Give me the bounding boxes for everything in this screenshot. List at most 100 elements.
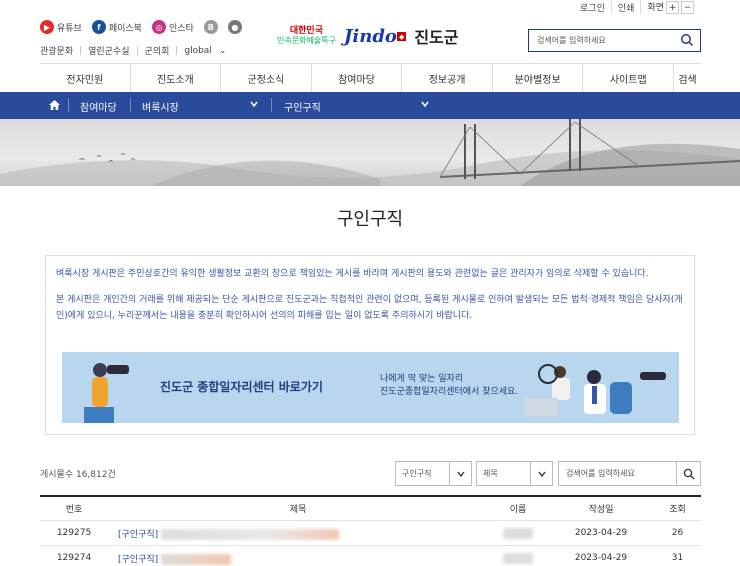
header-date: 작성일 xyxy=(588,505,614,515)
nav-item-participation[interactable]: 참여마당 xyxy=(310,64,402,92)
nav-item-sitemap[interactable]: 사이트맵 xyxy=(582,64,673,92)
table-row[interactable]: 129275 [구인구직] 2023-04-29 26 xyxy=(40,521,701,546)
logo-brand: Jindo ◆ xyxy=(343,25,407,47)
logo-brand-text: Jindo xyxy=(343,25,397,47)
nav-item-civil[interactable]: 전자민원 xyxy=(40,64,130,92)
header-views: 조회 xyxy=(669,505,686,515)
field-select[interactable]: 제목 xyxy=(476,461,553,486)
job-center-banner[interactable]: 진도군 종합일자리센터 바로가기 나에게 딱 맞는 일자리진도군종합일자리센터에… xyxy=(62,352,679,423)
row-name xyxy=(488,552,548,564)
breadcrumb-item-fleamarket[interactable]: 벼룩시장 xyxy=(142,99,179,114)
post-table: 번호 제목 이름 작성일 조회 129275 [구인구직] 2023-04-29… xyxy=(40,495,701,566)
print-button[interactable]: 인쇄 xyxy=(610,0,641,14)
nav-item-info[interactable]: 정보공개 xyxy=(401,64,492,92)
facebook-link[interactable]: f 페이스북 xyxy=(91,20,142,34)
divider xyxy=(68,98,69,112)
search-icon xyxy=(683,468,694,479)
job-center-illustration xyxy=(84,363,666,423)
post-count: 게시물수 16,812건 xyxy=(40,470,116,480)
list-search-button[interactable] xyxy=(676,462,700,485)
blog-icon: B xyxy=(203,20,218,34)
nav-item-intro[interactable]: 진도소개 xyxy=(129,64,221,92)
logo-line2: 민속문화예술특구 xyxy=(277,36,336,45)
facebook-icon: f xyxy=(91,20,106,34)
breadcrumb: 참여마당 벼룩시장 구인구직 xyxy=(0,92,740,119)
hero-banner-image xyxy=(0,119,740,186)
divider xyxy=(130,98,131,112)
screen-label: 화면 + − xyxy=(640,0,700,15)
redacted-title xyxy=(161,553,232,565)
bridge-landscape-illustration xyxy=(0,119,740,186)
banner-subtitle: 나에게 딱 맞는 일자리진도군종합일자리센터에서 찾으세요. xyxy=(380,373,518,399)
page-title: 구인구직 xyxy=(336,209,404,230)
search-icon[interactable] xyxy=(680,33,694,47)
table-header: 번호 제목 이름 작성일 조회 xyxy=(40,497,701,521)
notice-paragraph: 본 게시판은 개인간의 거래를 위해 제공되는 단순 게시판으로 진도군과는 직… xyxy=(56,295,683,321)
banner-title: 진도군 종합일자리센터 바로가기 xyxy=(160,380,323,394)
youtube-label: 유튜브 xyxy=(57,23,82,34)
home-icon[interactable] xyxy=(48,99,61,111)
notice-paragraph: 벼룩시장 게시판은 주민상호간의 유익한 생활정보 교환의 장으로 책임있는 게… xyxy=(56,269,649,279)
redacted-name xyxy=(503,527,533,539)
kakao-link[interactable]: ● xyxy=(227,20,242,34)
zoom-out-button[interactable]: − xyxy=(681,1,694,15)
row-date: 2023-04-29 xyxy=(574,553,628,563)
instagram-link[interactable]: ◎ 인스타 xyxy=(151,20,194,34)
banner-subtitle-line2: 진도군종합일자리센터에서 찾으세요. xyxy=(380,387,519,397)
youtube-link[interactable]: ▶ 유튜브 xyxy=(40,20,82,34)
row-category: [구인구직] xyxy=(118,554,159,565)
banner-subtitle-line1: 나에게 딱 맞는 일자리 xyxy=(380,374,464,384)
logo-line1: 대한민국 xyxy=(289,26,323,36)
chevron-down-icon[interactable]: ⌄ xyxy=(219,46,227,56)
breadcrumb-item-jobs[interactable]: 구인구직 xyxy=(284,99,321,114)
row-views: 31 xyxy=(671,553,684,563)
site-logo[interactable]: 대한민국 민속문화예술특구 Jindo ◆ 진도군 xyxy=(277,24,459,48)
category-select[interactable]: 구인구직 xyxy=(395,461,472,486)
divider xyxy=(80,46,82,55)
facebook-label: 페이스북 xyxy=(108,23,142,34)
chevron-down-icon[interactable] xyxy=(249,99,259,109)
utility-bar: 로그인 인쇄 화면 + − xyxy=(574,0,700,15)
table-row[interactable]: 129274 [구인구직] 2023-04-29 31 xyxy=(40,546,701,566)
header-search-placeholder: 검색어를 입력하세요 xyxy=(537,36,606,45)
link-tourism[interactable]: 관광문화 xyxy=(40,44,73,57)
row-views: 26 xyxy=(671,528,684,538)
header-search-input[interactable]: 검색어를 입력하세요 xyxy=(528,29,701,52)
logo-name: 진도군 xyxy=(414,28,459,47)
nav-item-search[interactable]: 검색 xyxy=(673,64,701,92)
list-search-input[interactable]: 검색어를 입력하세요 xyxy=(558,461,701,486)
youtube-icon: ▶ xyxy=(40,20,54,34)
chevron-down-icon xyxy=(530,462,552,485)
row-title[interactable]: [구인구직] xyxy=(108,527,488,540)
row-no: 129274 xyxy=(56,553,92,563)
instagram-label: 인스타 xyxy=(168,23,194,34)
login-link[interactable]: 로그인 xyxy=(574,1,611,14)
logo-emblem: 대한민국 민속문화예술특구 xyxy=(277,26,336,46)
divider xyxy=(176,46,178,55)
notice-box: 벼룩시장 게시판은 주민상호간의 유익한 생활정보 교환의 장으로 책임있는 게… xyxy=(45,255,695,435)
divider xyxy=(271,98,272,112)
breadcrumb-item-participation[interactable]: 참여마당 xyxy=(80,99,117,114)
screen-text: 화면 xyxy=(647,2,664,13)
sns-links: ▶ 유튜브 f 페이스북 ◎ 인스타 B ● xyxy=(40,20,242,34)
header-title: 제목 xyxy=(289,505,307,515)
link-council[interactable]: 군의회 xyxy=(145,44,170,57)
field-select-value: 제목 xyxy=(483,469,498,478)
blog-link[interactable]: B xyxy=(203,20,218,34)
zoom-in-button[interactable]: + xyxy=(666,1,679,15)
row-title[interactable]: [구인구직] xyxy=(108,552,488,565)
chevron-down-icon xyxy=(449,462,471,485)
logo-badge-icon: ◆ xyxy=(396,32,407,41)
link-global[interactable]: global xyxy=(184,46,211,56)
row-date: 2023-04-29 xyxy=(574,528,628,538)
row-name xyxy=(488,527,548,539)
category-select-value: 구인구직 xyxy=(402,469,432,478)
redacted-name xyxy=(503,552,533,564)
chevron-down-icon[interactable] xyxy=(420,99,430,109)
row-no: 129275 xyxy=(56,528,92,538)
link-mayor[interactable]: 열린군수실 xyxy=(88,44,129,57)
nav-item-field[interactable]: 분야별정보 xyxy=(491,64,583,92)
nav-item-news[interactable]: 군정소식 xyxy=(220,64,311,92)
main-nav: 전자민원 진도소개 군정소식 참여마당 정보공개 분야별정보 사이트맵 검색 xyxy=(40,63,701,92)
header-no: 번호 xyxy=(65,505,83,515)
